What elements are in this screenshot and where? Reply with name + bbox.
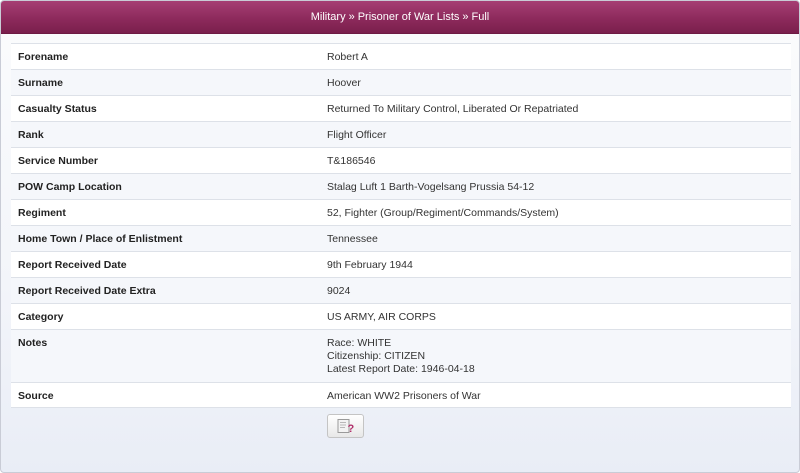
help-document-icon: ? xyxy=(337,419,355,434)
breadcrumb-separator: » xyxy=(462,11,469,23)
table-row: Report Received Date 9th February 1944 xyxy=(11,251,791,277)
field-label: Report Received Date xyxy=(18,259,127,271)
notes-line: Race: WHITE xyxy=(327,337,392,349)
notes-line: Citizenship: CITIZEN xyxy=(327,350,426,362)
notes-value: Race: WHITE Citizenship: CITIZEN Latest … xyxy=(317,330,791,382)
table-row: Forename Robert A xyxy=(11,43,791,69)
field-label: Report Received Date Extra xyxy=(18,285,156,297)
field-label: Casualty Status xyxy=(18,103,97,115)
field-label: Source xyxy=(18,390,54,402)
record-panel: Military» Prisoner of War Lists» Full Fore… xyxy=(0,0,800,473)
field-value: Stalag Luft 1 Barth-Vogelsang Prussia 54… xyxy=(327,181,535,193)
field-value: T&186546 xyxy=(327,155,376,167)
help-glyph: ? xyxy=(348,423,355,434)
table-row: Surname Hoover xyxy=(11,69,791,95)
breadcrumb-military[interactable]: Military xyxy=(311,11,346,23)
field-label: Home Town / Place of Enlistment xyxy=(18,233,183,245)
breadcrumb-separator: » xyxy=(348,11,355,23)
breadcrumb-pow-lists[interactable]: Prisoner of War Lists xyxy=(358,11,460,23)
help-button[interactable]: ? xyxy=(327,414,364,438)
field-label: Surname xyxy=(18,77,63,89)
field-value: Flight Officer xyxy=(327,129,387,141)
field-value: US ARMY, AIR CORPS xyxy=(327,311,436,323)
field-value: Robert A xyxy=(327,51,368,63)
field-value: Tennessee xyxy=(327,233,378,245)
table-row: Rank Flight Officer xyxy=(11,121,791,147)
field-value: 9th February 1944 xyxy=(327,259,413,271)
source-row: Source American WW2 Prisoners of War xyxy=(11,382,791,408)
field-label: Notes xyxy=(18,337,48,349)
field-value: Hoover xyxy=(327,77,361,89)
notes-line: Latest Report Date: 1946-04-18 xyxy=(327,363,475,375)
field-label: Forename xyxy=(18,51,69,63)
table-row: Casualty Status Returned To Military Con… xyxy=(11,95,791,121)
source-value: American WW2 Prisoners of War xyxy=(327,390,481,402)
field-label: Category xyxy=(18,311,64,323)
table-row: POW Camp Location Stalag Luft 1 Barth-Vo… xyxy=(11,173,791,199)
table-row: Report Received Date Extra 9024 xyxy=(11,277,791,303)
table-row: Service Number T&186546 xyxy=(11,147,791,173)
notes-row: Notes Race: WHITE Citizenship: CITIZEN L… xyxy=(11,329,791,382)
table-row: Category US ARMY, AIR CORPS xyxy=(11,303,791,329)
table-row: Regiment 52, Fighter (Group/Regiment/Com… xyxy=(11,199,791,225)
field-label: POW Camp Location xyxy=(18,181,122,193)
breadcrumb: Military» Prisoner of War Lists» Full xyxy=(1,1,799,34)
field-value: Returned To Military Control, Liberated … xyxy=(327,103,579,115)
field-label: Regiment xyxy=(18,207,66,219)
table-row: Home Town / Place of Enlistment Tennesse… xyxy=(11,225,791,251)
field-value: 9024 xyxy=(327,285,351,297)
breadcrumb-full: Full xyxy=(471,11,490,23)
field-label: Rank xyxy=(18,129,44,141)
field-value: 52, Fighter (Group/Regiment/Commands/Sys… xyxy=(327,207,559,219)
record-table: Forename Robert A Surname Hoover Casualt… xyxy=(11,43,791,408)
field-label: Service Number xyxy=(18,155,98,167)
